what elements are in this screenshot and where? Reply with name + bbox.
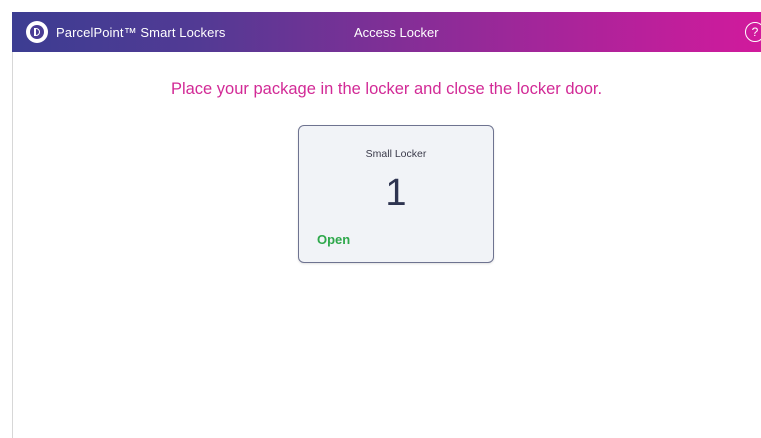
page-title: Access Locker <box>354 24 439 40</box>
logo-mark <box>30 25 44 39</box>
help-glyph: ? <box>751 25 759 39</box>
locker-card[interactable]: Small Locker 1 Open <box>298 125 494 263</box>
locker-status: Open <box>317 232 351 247</box>
window-left-edge <box>12 12 13 438</box>
locker-size-label: Small Locker <box>365 148 427 160</box>
instruction-text: Place your package in the locker and clo… <box>170 80 603 98</box>
brand: ParcelPoint™ Smart Lockers <box>26 21 226 43</box>
app-frame: ParcelPoint™ Smart Lockers Access Locker… <box>0 0 761 438</box>
help-icon[interactable]: ? <box>745 22 761 42</box>
logo-glyph <box>34 28 40 36</box>
brand-name: ParcelPoint™ Smart Lockers <box>56 24 226 40</box>
header-bar: ParcelPoint™ Smart Lockers Access Locker… <box>12 12 761 52</box>
parcelpoint-logo-icon <box>26 21 48 43</box>
locker-number: 1 <box>385 172 407 214</box>
